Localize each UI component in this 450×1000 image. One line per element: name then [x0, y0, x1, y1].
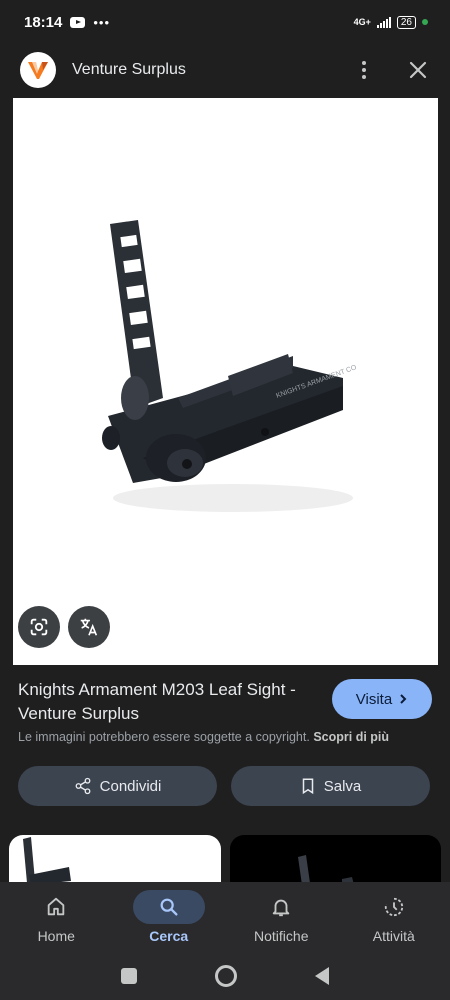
chevron-right-icon — [400, 694, 407, 704]
bookmark-icon — [302, 778, 313, 795]
nav-activity[interactable]: Attività — [338, 882, 450, 952]
bottom-navigation: Home Cerca Notifiche Attività — [0, 882, 450, 952]
result-title-row: Knights Armament M203 Leaf Sight - Ventu… — [18, 678, 432, 726]
system-navigation-bar — [0, 952, 450, 1000]
history-icon — [384, 897, 403, 917]
nav-home-icon-wrap — [20, 890, 92, 924]
nav-notifications[interactable]: Notifiche — [225, 882, 338, 952]
nav-home-label: Home — [37, 928, 75, 944]
translate-button[interactable] — [68, 606, 110, 648]
result-title[interactable]: Knights Armament M203 Leaf Sight - Ventu… — [18, 678, 318, 726]
nav-search-icon-wrap — [132, 890, 205, 924]
search-icon — [160, 898, 178, 916]
recents-button[interactable] — [121, 968, 137, 984]
share-button[interactable]: Condividi — [18, 766, 217, 806]
home-system-button[interactable] — [215, 965, 237, 987]
product-image[interactable]: KNIGHTS ARMAMENT CO — [13, 98, 438, 665]
viewer-header: Venture Surplus — [0, 44, 450, 96]
nav-notifications-icon-wrap — [245, 890, 317, 924]
learn-more-link[interactable]: Scopri di più — [313, 730, 389, 744]
save-label: Salva — [323, 777, 362, 795]
more-vert-icon[interactable] — [352, 61, 376, 79]
thumbnail-sight-illustration — [298, 855, 354, 885]
visit-label: Visita — [355, 690, 393, 708]
more-notifications-icon: ••• — [93, 14, 111, 30]
share-label: Condividi — [99, 777, 162, 795]
leaf-sight-illustration: KNIGHTS ARMAMENT CO — [102, 220, 358, 512]
related-image-thumbnail[interactable] — [9, 835, 221, 885]
close-icon[interactable] — [406, 58, 430, 82]
status-left: 18:14 ••• — [24, 14, 110, 31]
status-right: 4G+ 26 — [353, 15, 428, 29]
status-bar: 18:14 ••• 4G+ 26 — [0, 0, 450, 44]
copyright-notice: Le immagini potrebbero essere soggette a… — [18, 730, 389, 744]
copyright-text: Le immagini potrebbero essere soggette a… — [18, 730, 310, 744]
translate-icon — [80, 618, 98, 636]
share-icon — [75, 777, 91, 795]
network-type: 4G+ — [353, 16, 371, 27]
bell-icon — [273, 899, 290, 917]
google-lens-icon — [30, 618, 48, 636]
nav-home[interactable]: Home — [0, 882, 113, 952]
nav-notifications-label: Notifiche — [254, 928, 309, 944]
visit-button[interactable]: Visita — [332, 679, 432, 719]
home-icon — [48, 897, 65, 916]
nav-activity-label: Attività — [372, 928, 415, 944]
venture-surplus-logo[interactable] — [20, 52, 56, 88]
save-button[interactable]: Salva — [231, 766, 430, 806]
battery-icon: 26 — [396, 15, 416, 29]
nav-search-label: Cerca — [149, 928, 189, 944]
google-lens-button[interactable] — [18, 606, 60, 648]
privacy-indicator-icon — [422, 19, 428, 25]
related-image-thumbnail[interactable] — [230, 835, 441, 885]
youtube-notification-icon — [70, 16, 86, 28]
site-name[interactable]: Venture Surplus — [72, 61, 352, 79]
back-button[interactable] — [315, 967, 329, 985]
thumbnail-sight-illustration — [23, 837, 71, 885]
nav-activity-icon-wrap — [358, 890, 430, 924]
signal-icon — [376, 16, 391, 28]
nav-search[interactable]: Cerca — [113, 882, 226, 952]
status-time: 18:14 — [24, 13, 63, 31]
